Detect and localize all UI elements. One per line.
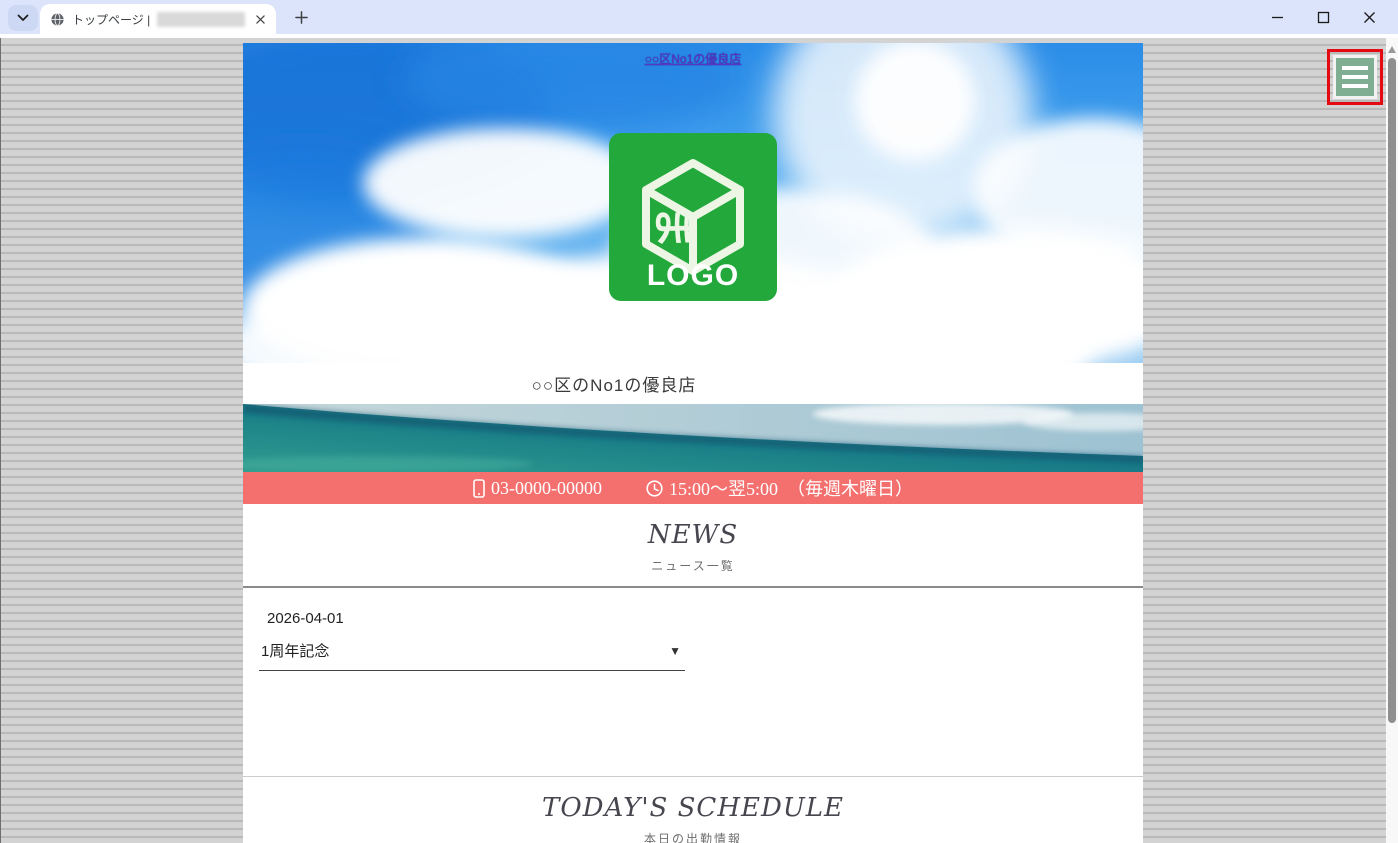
schedule-title: TODAY'S SCHEDULE xyxy=(243,793,1143,823)
site-tagline: ○○区のNo1の優良店 xyxy=(243,363,1143,404)
tab-search-button[interactable] xyxy=(8,5,38,31)
news-item-date: 2026-04-01 xyxy=(267,610,1143,627)
globe-icon xyxy=(50,12,65,27)
window-close-button[interactable] xyxy=(1346,0,1392,34)
window-controls xyxy=(1254,0,1392,34)
page-viewport: ○○区No1の優良店 ま LOGO ○○区のNo1の優良店 xyxy=(0,38,1398,843)
expand-triangle-icon[interactable]: ▼ xyxy=(669,644,681,658)
clock-icon xyxy=(646,480,663,497)
window-minimize-button[interactable] xyxy=(1254,0,1300,34)
new-tab-button[interactable] xyxy=(288,4,314,30)
hamburger-icon xyxy=(1342,66,1368,70)
chevron-down-icon xyxy=(17,14,29,22)
hamburger-menu-button[interactable] xyxy=(1333,55,1377,99)
tab-close-button[interactable] xyxy=(252,11,268,27)
close-icon xyxy=(256,15,265,24)
news-section-header: NEWS ニュース一覧 xyxy=(243,504,1143,588)
window-maximize-button[interactable] xyxy=(1300,0,1346,34)
phone-icon xyxy=(473,479,485,498)
browser-tabstrip: トップページ | xyxy=(0,0,1398,34)
browser-tab[interactable]: トップページ | xyxy=(40,4,276,34)
news-subtitle: ニュース一覧 xyxy=(243,557,1143,574)
page-content: ○○区No1の優良店 ま LOGO ○○区のNo1の優良店 xyxy=(243,43,1143,843)
minimize-icon xyxy=(1271,11,1284,24)
news-title: NEWS xyxy=(243,520,1143,550)
hero-top-link[interactable]: ○○区No1の優良店 xyxy=(243,50,1143,67)
contact-info-bar: 03-0000-00000 15:00〜翌5:00 （毎週木曜日） xyxy=(243,472,1143,504)
scrollbar[interactable] xyxy=(1386,38,1398,843)
schedule-subtitle: 本日の出勤情報 xyxy=(243,830,1143,843)
close-icon xyxy=(1363,11,1376,24)
phone-number[interactable]: 03-0000-00000 xyxy=(491,478,602,499)
scrollbar-thumb[interactable] xyxy=(1388,58,1396,723)
news-list: 2026-04-01 1周年記念 ▼ xyxy=(243,588,1143,776)
schedule-section-header: TODAY'S SCHEDULE 本日の出勤情報 xyxy=(243,777,1143,843)
plus-icon xyxy=(295,11,308,24)
logo-label: LOGO xyxy=(647,259,739,292)
news-item-row[interactable]: 1周年記念 ▼ xyxy=(259,640,685,671)
phone-group[interactable]: 03-0000-00000 xyxy=(473,478,602,499)
logo-mark: ま xyxy=(649,205,698,249)
hours-group: 15:00〜翌5:00 （毎週木曜日） xyxy=(646,475,913,501)
scroll-up-arrow[interactable] xyxy=(1388,46,1396,53)
maximize-icon xyxy=(1317,11,1330,24)
ocean-image xyxy=(243,404,1143,472)
tab-title-redacted xyxy=(157,12,245,27)
annotation-highlight xyxy=(1327,49,1383,105)
hero-sky-image: ○○区No1の優良店 ま LOGO xyxy=(243,43,1143,363)
tab-title: トップページ | xyxy=(72,11,150,28)
news-item-title: 1周年記念 xyxy=(261,640,329,661)
logo-cube-icon: ま LOGO xyxy=(609,133,777,301)
business-hours: 15:00〜翌5:00 （毎週木曜日） xyxy=(669,475,913,501)
